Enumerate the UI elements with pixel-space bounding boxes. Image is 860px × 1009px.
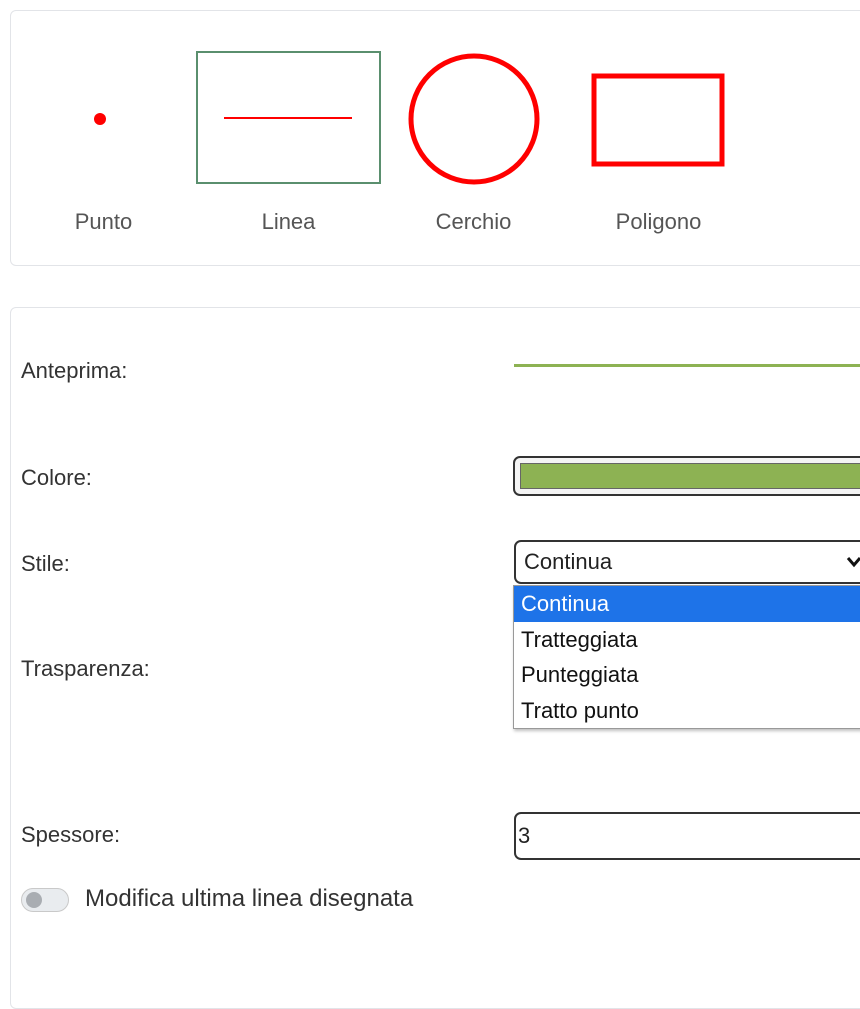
tool-line-label: Linea — [261, 209, 316, 234]
point-icon — [94, 113, 106, 125]
drawing-tools-panel: Punto Linea Cerchio Poligono — [10, 10, 860, 266]
style-option-tratteggiata[interactable]: Tratteggiata — [514, 622, 860, 658]
line-preview — [514, 364, 860, 367]
polygon-icon — [591, 73, 725, 167]
color-label: Colore: — [21, 465, 92, 490]
transparency-label: Trasparenza: — [21, 656, 150, 681]
edit-last-line-toggle[interactable] — [21, 888, 69, 912]
style-dropdown-list: Continua Tratteggiata Punteggiata Tratto… — [513, 585, 860, 729]
tool-circle[interactable]: Cerchio — [381, 11, 566, 265]
line-icon — [224, 117, 352, 119]
circle-icon — [408, 53, 540, 185]
tool-line[interactable]: Linea — [196, 11, 381, 265]
thickness-label: Spessore: — [21, 822, 121, 847]
tool-point-label: Punto — [74, 209, 133, 234]
thickness-input[interactable]: 3 — [514, 812, 860, 860]
style-option-punteggiata[interactable]: Punteggiata — [514, 657, 860, 693]
tool-polygon[interactable]: Poligono — [566, 11, 751, 265]
preview-label: Anteprima: — [21, 358, 128, 383]
style-option-tratto-punto[interactable]: Tratto punto — [514, 693, 860, 729]
color-swatch — [520, 463, 860, 489]
style-option-continua[interactable]: Continua — [514, 586, 860, 622]
tool-polygon-label: Poligono — [615, 209, 702, 234]
tool-circle-label: Cerchio — [435, 209, 512, 234]
toggle-knob — [26, 892, 42, 908]
style-label: Stile: — [21, 551, 70, 576]
line-properties-panel: Anteprima: Colore: Stile: Continua Conti… — [10, 307, 860, 1009]
tool-point[interactable]: Punto — [11, 11, 196, 265]
edit-last-line-label: Modifica ultima linea disegnata — [85, 885, 414, 912]
color-picker[interactable] — [513, 456, 860, 496]
style-selected-value: Continua — [524, 549, 613, 574]
style-select[interactable]: Continua — [514, 540, 860, 584]
